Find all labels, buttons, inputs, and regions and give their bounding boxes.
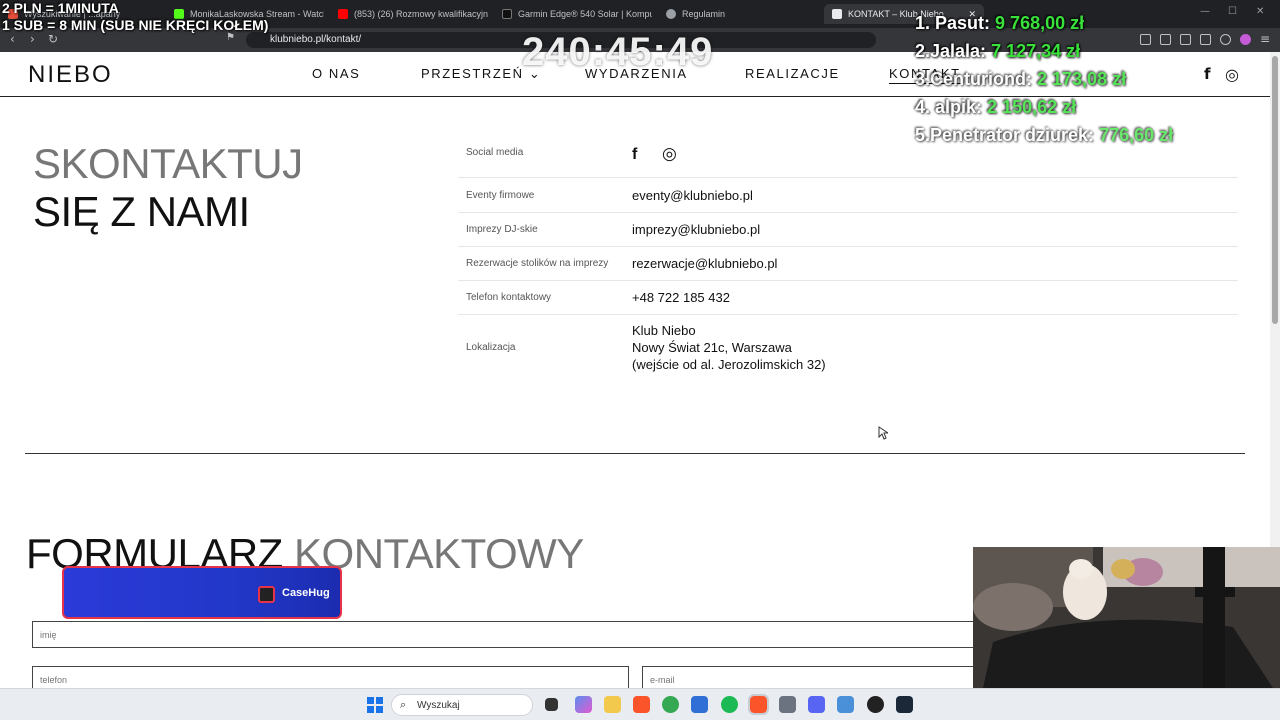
browser-tab[interactable]: (853) (26) Rozmowy kwalifikacyjne pr bbox=[338, 4, 488, 24]
leaderboard-entry: 5.Penetrator dziurek: 776,60 zł bbox=[915, 121, 1173, 149]
task-view-icon[interactable] bbox=[545, 698, 558, 711]
copilot-icon[interactable] bbox=[575, 696, 592, 713]
youtube-favicon-icon bbox=[338, 9, 348, 19]
leaderboard-amount: 2 150,62 zł bbox=[987, 97, 1077, 117]
profile-icon[interactable] bbox=[1240, 34, 1251, 45]
facebook-icon[interactable]: f bbox=[1204, 65, 1211, 83]
name-input[interactable] bbox=[33, 622, 991, 647]
leaderboard-entry: 4. alpik: 2 150,62 zł bbox=[915, 93, 1173, 121]
contact-label: Telefon kontaktowy bbox=[466, 292, 552, 303]
contact-heading-line2: SIĘ Z NAMI bbox=[33, 188, 250, 235]
menu-icon[interactable]: ≡ bbox=[1260, 32, 1270, 46]
minimize-icon[interactable]: — bbox=[1200, 6, 1210, 17]
search-icon: ⌕ bbox=[400, 698, 407, 711]
extension-icon[interactable] bbox=[1200, 34, 1211, 45]
site-logo[interactable]: NIEBO bbox=[28, 61, 113, 89]
leaderboard-name: 1. Pasut: bbox=[915, 13, 991, 33]
tab-label: Regulamin bbox=[682, 9, 726, 19]
brave-active-icon[interactable] bbox=[748, 694, 769, 715]
contact-label: Lokalizacja bbox=[466, 342, 516, 353]
chrome-icon[interactable] bbox=[662, 696, 679, 713]
tab-label: (853) (26) Rozmowy kwalifikacyjne pr bbox=[354, 9, 488, 19]
contact-row-telefon: Telefon kontaktowy +48 722 185 432 bbox=[458, 281, 1238, 315]
webcam-feed bbox=[973, 547, 1280, 688]
file-explorer-icon[interactable] bbox=[604, 696, 621, 713]
calculator-icon[interactable] bbox=[779, 696, 796, 713]
extension-icon[interactable] bbox=[1180, 34, 1191, 45]
notepad-icon[interactable] bbox=[837, 696, 854, 713]
leaderboard-amount: 2 173,08 zł bbox=[1037, 69, 1127, 89]
globe-favicon-icon bbox=[666, 9, 676, 19]
webcam-image bbox=[973, 547, 1280, 688]
donation-leaderboard: 1. Pasut: 9 768,00 zł 2.Jalala: 7 127,34… bbox=[915, 9, 1173, 149]
leaderboard-name: 3.Centuriond: bbox=[915, 69, 1032, 89]
contact-row-rezerwacje: Rezerwacje stolików na imprezy rezerwacj… bbox=[458, 247, 1238, 281]
garmin-favicon-icon bbox=[502, 9, 512, 19]
steam-icon[interactable] bbox=[896, 696, 913, 713]
windows-taskbar: ⌕ Wyszukaj bbox=[0, 688, 1280, 720]
leaderboard-name: 2.Jalala: bbox=[915, 41, 987, 61]
contact-row-eventy: Eventy firmowe eventy@klubniebo.pl bbox=[458, 178, 1238, 213]
leaderboard-amount: 9 768,00 zł bbox=[995, 13, 1085, 33]
contact-label: Eventy firmowe bbox=[466, 190, 535, 201]
facebook-icon[interactable]: f bbox=[632, 146, 637, 163]
contact-label: Social media bbox=[466, 147, 524, 158]
taskbar-search[interactable]: ⌕ Wyszukaj bbox=[391, 694, 533, 716]
close-window-icon[interactable]: ✕ bbox=[1256, 6, 1264, 17]
name-field[interactable] bbox=[32, 621, 992, 648]
bookmark-icon[interactable]: ⚑ bbox=[226, 32, 235, 43]
leaderboard-name: 5.Penetrator dziurek: bbox=[915, 125, 1095, 145]
casehug-label: CaseHug bbox=[282, 587, 330, 599]
taskbar-search-label: Wyszukaj bbox=[417, 700, 460, 711]
leaderboard-name: 4. alpik: bbox=[915, 97, 983, 117]
overlay-price-line: 2 PLN = 1MINUTA bbox=[2, 0, 119, 16]
email-link-eventy[interactable]: eventy@klubniebo.pl bbox=[632, 187, 753, 204]
phone-link[interactable]: +48 722 185 432 bbox=[632, 289, 730, 306]
casehug-logo-icon bbox=[258, 586, 275, 603]
contact-row-imprezy: Imprezy DJ-skie imprezy@klubniebo.pl bbox=[458, 213, 1238, 247]
email-link-imprezy[interactable]: imprezy@klubniebo.pl bbox=[632, 221, 760, 238]
reload-icon[interactable]: ↻ bbox=[48, 32, 58, 46]
nav-item-realizacje[interactable]: REALIZACJE bbox=[745, 66, 840, 81]
mouse-cursor-icon bbox=[878, 426, 888, 440]
leaderboard-entry: 1. Pasut: 9 768,00 zł bbox=[915, 9, 1173, 37]
email-link-rezerwacje[interactable]: rezerwacje@klubniebo.pl bbox=[632, 255, 777, 272]
spotify-icon[interactable] bbox=[721, 696, 738, 713]
leaderboard-entry: 3.Centuriond: 2 173,08 zł bbox=[915, 65, 1173, 93]
contact-label: Imprezy DJ-skie bbox=[466, 224, 538, 235]
back-icon[interactable]: ‹ bbox=[10, 32, 15, 46]
maximize-icon[interactable]: ☐ bbox=[1228, 6, 1237, 17]
contact-heading-line1: SKONTAKTUJ bbox=[33, 140, 303, 187]
browser-tab[interactable]: Garmin Edge® 540 Solar | Komputer bbox=[502, 4, 652, 24]
url-text: klubniebo.pl/kontakt/ bbox=[270, 34, 362, 45]
address-line: Nowy Świat 21c, Warszawa bbox=[632, 340, 792, 355]
shield-icon[interactable] bbox=[1220, 34, 1231, 45]
nav-item-o-nas[interactable]: O NAS bbox=[312, 66, 360, 81]
instagram-icon[interactable]: ◎ bbox=[662, 145, 677, 162]
scrollbar-thumb[interactable] bbox=[1272, 56, 1278, 324]
subathon-timer: 240:45:49 bbox=[522, 30, 714, 74]
address-line: (wejście od al. Jerozolimskich 32) bbox=[632, 357, 826, 372]
instagram-icon[interactable]: ◎ bbox=[1225, 65, 1239, 84]
discord-icon[interactable] bbox=[808, 696, 825, 713]
store-icon[interactable] bbox=[691, 696, 708, 713]
leaderboard-amount: 7 127,34 zł bbox=[991, 41, 1081, 61]
niebo-favicon-icon bbox=[832, 9, 842, 19]
obs-icon[interactable] bbox=[867, 696, 884, 713]
windows-start-icon[interactable] bbox=[367, 697, 383, 713]
contact-row-lokalizacja: Lokalizacja Klub Niebo Nowy Świat 21c, W… bbox=[458, 315, 1238, 379]
forward-icon[interactable]: › bbox=[30, 32, 35, 46]
leaderboard-amount: 776,60 zł bbox=[1099, 125, 1174, 145]
contact-label: Rezerwacje stolików na imprezy bbox=[466, 258, 609, 269]
casehug-banner: CaseHug bbox=[62, 566, 342, 619]
overlay-sub-line: 1 SUB = 8 MIN (SUB NIE KRĘCI KOŁEM) bbox=[2, 17, 269, 33]
leaderboard-entry: 2.Jalala: 7 127,34 zł bbox=[915, 37, 1173, 65]
browser-tab[interactable]: Regulamin bbox=[666, 4, 816, 24]
section-divider bbox=[25, 453, 1245, 454]
address-line: Klub Niebo bbox=[632, 323, 696, 338]
brave-icon[interactable] bbox=[633, 696, 650, 713]
tab-label: Garmin Edge® 540 Solar | Komputer bbox=[518, 9, 652, 19]
